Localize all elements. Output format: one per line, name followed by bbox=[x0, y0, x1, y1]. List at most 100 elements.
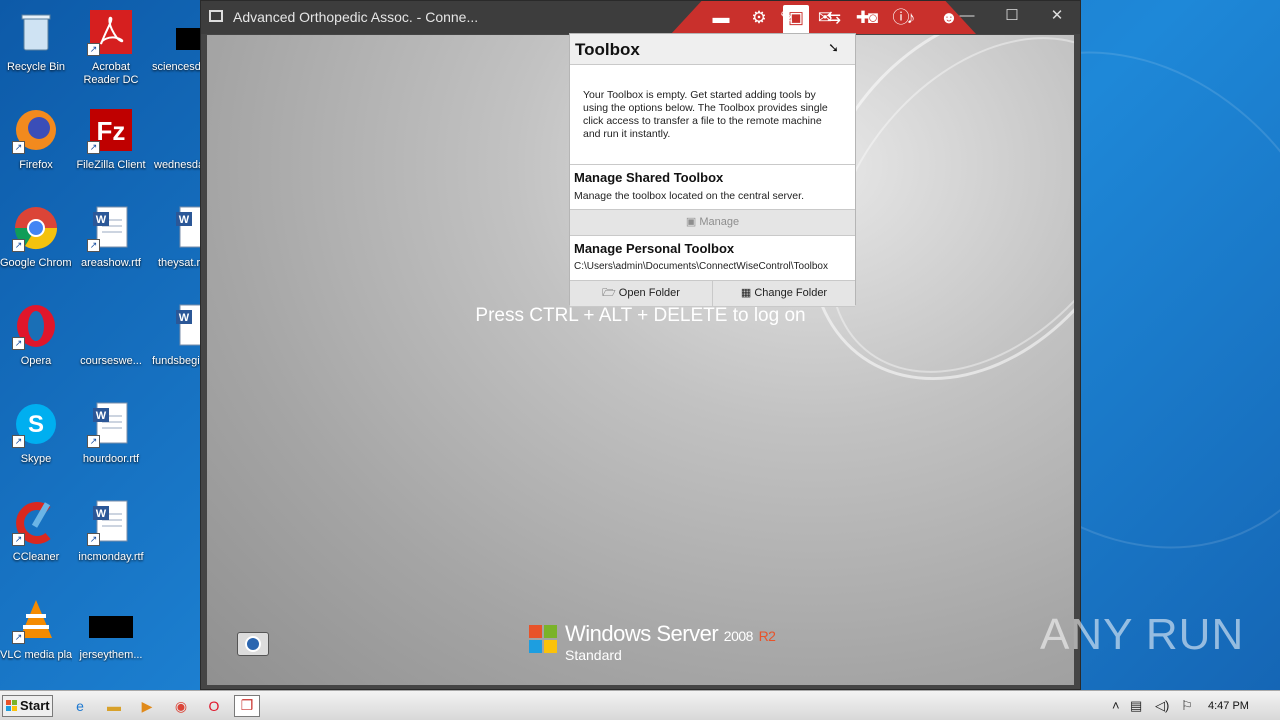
shortcut-arrow-icon: ↗ bbox=[87, 239, 100, 252]
grid-icon: ▦ bbox=[740, 287, 755, 299]
shortcut-arrow-icon: ↗ bbox=[12, 337, 25, 350]
logon-prompt: Press CTRL + ALT + DELETE to log on bbox=[475, 305, 806, 326]
desktop-icon-vlc[interactable]: ↗ VLC media player bbox=[0, 596, 72, 662]
desktop-icon-incmonday[interactable]: W ↗ incmonday.rtf bbox=[75, 498, 147, 564]
word-document-icon: W ↗ bbox=[87, 204, 135, 252]
desktop-icon-filezilla[interactable]: Fz ↗ FileZilla Client bbox=[75, 106, 147, 172]
chrome-icon: ↗ bbox=[12, 204, 60, 252]
desktop-icon-hourdoor[interactable]: W ↗ hourdoor.rtf bbox=[75, 400, 147, 466]
desktop-icon-recycle-bin[interactable]: Recycle Bin bbox=[0, 8, 72, 74]
word-document-icon: W bbox=[154, 302, 211, 350]
anyrun-watermark: ANY RUN bbox=[1040, 610, 1245, 659]
acrobat-icon: ↗ bbox=[87, 8, 135, 56]
windows-flag-icon bbox=[529, 625, 559, 655]
shortcut-arrow-icon: ↗ bbox=[12, 141, 25, 154]
ease-of-access-icon bbox=[245, 636, 261, 652]
show-hidden-icons-icon[interactable]: ˄ bbox=[1112, 698, 1120, 713]
skype-icon: S ↗ bbox=[12, 400, 60, 448]
shortcut-arrow-icon: ↗ bbox=[87, 533, 100, 546]
personal-toolbox-path: C:\Users\admin\Documents\ConnectWiseCont… bbox=[574, 261, 828, 272]
toolbox-empty-message: Your Toolbox is empty. Get started addin… bbox=[570, 65, 855, 165]
os-edition: Standard bbox=[565, 647, 622, 663]
personal-toolbox-section: Manage Personal Toolbox C:\Users\admin\D… bbox=[570, 236, 855, 280]
shortcut-arrow-icon: ↗ bbox=[12, 533, 25, 546]
personal-toolbox-actions: 🗁 Open Folder ▦ Change Folder bbox=[570, 280, 855, 307]
svg-text:S: S bbox=[28, 411, 44, 438]
vlc-icon: ↗ bbox=[12, 596, 60, 644]
shortcut-arrow-icon: ↗ bbox=[12, 631, 25, 644]
gear-icon[interactable]: ⚙ bbox=[746, 5, 772, 31]
svg-text:W: W bbox=[96, 508, 107, 520]
recycle-bin-icon bbox=[12, 8, 60, 56]
chat-icon[interactable]: ✉ bbox=[812, 5, 838, 31]
display-icon[interactable]: ▬ bbox=[708, 5, 734, 31]
shared-toolbox-section: Manage Shared Toolbox Manage the toolbox… bbox=[570, 165, 855, 209]
os-release: R2 bbox=[758, 628, 776, 644]
start-button[interactable]: Start bbox=[2, 695, 53, 717]
ccleaner-icon: ↗ bbox=[12, 498, 60, 546]
change-folder-button[interactable]: ▦ Change Folder bbox=[712, 281, 855, 306]
toolbox-header: Toolbox ➘ bbox=[570, 34, 855, 65]
svg-text:W: W bbox=[179, 312, 190, 324]
volume-icon[interactable]: ◁) bbox=[1155, 698, 1169, 714]
desktop-icon-acrobat[interactable]: ↗ Acrobat Reader DC bbox=[75, 8, 147, 87]
chrome-icon[interactable]: ◉ bbox=[171, 697, 191, 715]
personal-toolbox-title: Manage Personal Toolbox bbox=[574, 241, 735, 256]
ease-of-access-button[interactable] bbox=[237, 632, 269, 656]
desktop-icon-jerseythem[interactable]: jerseythem... bbox=[75, 596, 147, 662]
shared-toolbox-title: Manage Shared Toolbox bbox=[574, 170, 724, 185]
maximize-button[interactable]: ☐ bbox=[996, 5, 1028, 27]
internet-explorer-icon[interactable]: e bbox=[70, 697, 90, 715]
desktop-icon-ccleaner[interactable]: ↗ CCleaner bbox=[0, 498, 72, 564]
desktop-icon-opera[interactable]: ↗ Opera bbox=[0, 302, 72, 368]
black-file-icon bbox=[154, 8, 212, 56]
desktop-icon-areashow[interactable]: W ↗ areashow.rtf bbox=[75, 204, 147, 270]
blank-file-icon bbox=[87, 302, 135, 350]
action-center-flag-icon[interactable]: ⚐ bbox=[1181, 698, 1193, 714]
connectwise-icon[interactable]: ❐ bbox=[234, 695, 260, 717]
word-document-icon: W ↗ bbox=[87, 400, 135, 448]
svg-text:W: W bbox=[96, 410, 107, 422]
filezilla-icon: Fz ↗ bbox=[87, 106, 135, 154]
window-icon bbox=[209, 10, 223, 22]
media-player-icon[interactable]: ▶ bbox=[137, 697, 157, 715]
word-document-icon: W bbox=[154, 204, 211, 252]
network-icon[interactable]: ▤ bbox=[1130, 698, 1142, 714]
info-icon[interactable]: ⓘ bbox=[888, 5, 914, 31]
manage-button[interactable]: ▣ Manage bbox=[570, 210, 855, 235]
windows-flag-icon bbox=[6, 700, 18, 712]
close-button[interactable]: ✕ bbox=[1041, 5, 1073, 27]
window-title: Advanced Orthopedic Assoc. - Conne... bbox=[233, 9, 479, 25]
folder-icon: 🗁 bbox=[602, 287, 619, 299]
pen-icon[interactable]: ✎ bbox=[774, 5, 800, 31]
blank-file-icon bbox=[154, 106, 202, 154]
desktop-icon-firefox[interactable]: ↗ Firefox bbox=[0, 106, 72, 172]
shortcut-arrow-icon: ↗ bbox=[87, 43, 100, 56]
plus-icon[interactable]: ✚ bbox=[850, 5, 876, 31]
shortcut-arrow-icon: ↗ bbox=[87, 141, 100, 154]
desktop-icon-courseswe[interactable]: courseswe... bbox=[75, 302, 147, 368]
shortcut-arrow-icon: ↗ bbox=[87, 435, 100, 448]
toolbox-icon: ▣ bbox=[685, 216, 700, 228]
word-document-icon: W ↗ bbox=[87, 498, 135, 546]
explorer-icon[interactable]: ▬ bbox=[104, 697, 124, 715]
toolbox-panel: Toolbox ➘ Your Toolbox is empty. Get sta… bbox=[569, 33, 856, 307]
shortcut-arrow-icon: ↗ bbox=[12, 239, 25, 252]
desktop-icon-skype[interactable]: S ↗ Skype bbox=[0, 400, 72, 466]
shared-toolbox-description: Manage the toolbox located on the centra… bbox=[574, 190, 804, 202]
black-file-icon bbox=[87, 596, 135, 644]
svg-text:Fz: Fz bbox=[97, 116, 126, 146]
opera-icon[interactable]: O bbox=[204, 697, 224, 715]
firefox-icon: ↗ bbox=[12, 106, 60, 154]
svg-text:W: W bbox=[179, 214, 190, 226]
os-brand: Windows Server bbox=[565, 621, 719, 646]
taskbar-clock[interactable]: 4:47 PM bbox=[1208, 700, 1249, 712]
taskbar: Start e ▬ ▶ ◉ O ❐ ˄ ▤ ◁) ⚐ 4:47 PM bbox=[0, 690, 1280, 720]
svg-text:W: W bbox=[96, 214, 107, 226]
toolbox-title: Toolbox bbox=[575, 40, 640, 59]
collapse-arrow-icon[interactable]: ➘ bbox=[828, 40, 839, 56]
open-folder-button[interactable]: 🗁 Open Folder bbox=[570, 281, 712, 306]
shared-toolbox-actions: ▣ Manage bbox=[570, 209, 855, 236]
desktop-icon-chrome[interactable]: ↗ Google Chrome bbox=[0, 204, 72, 270]
os-version: 2008 bbox=[723, 628, 754, 644]
